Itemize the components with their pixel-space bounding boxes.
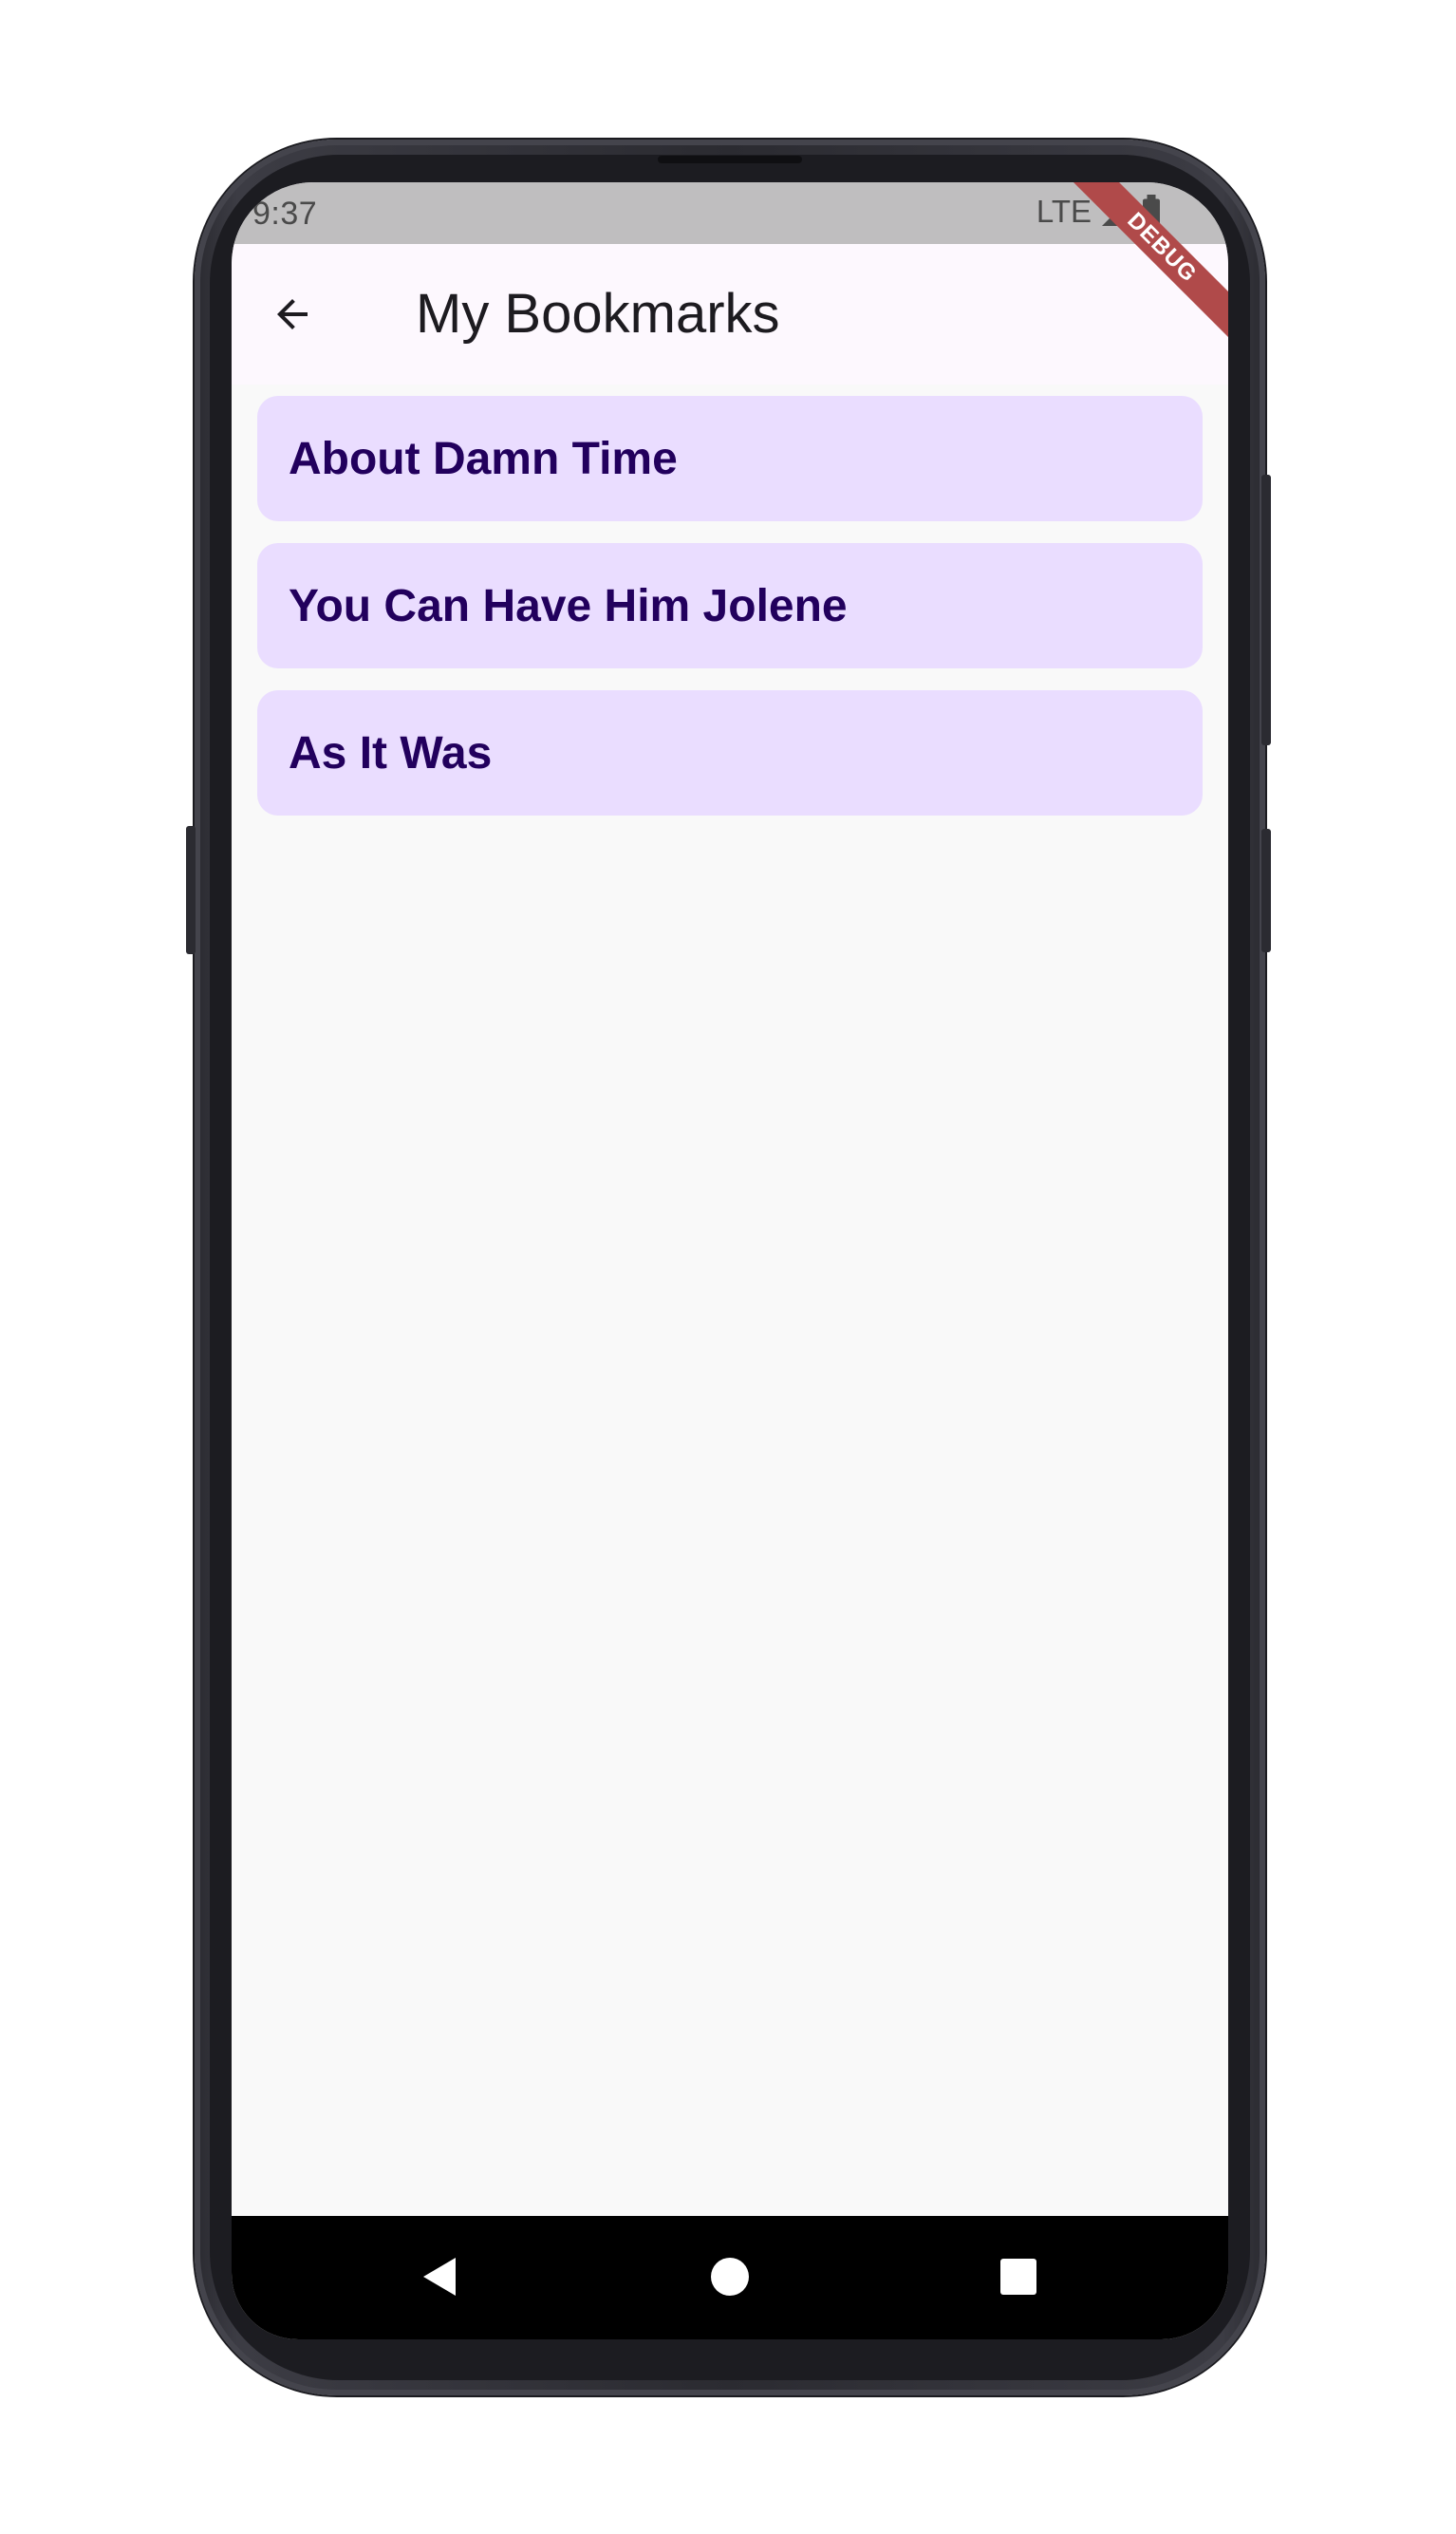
page-title: My Bookmarks [416,283,780,345]
app-bar: My Bookmarks [232,244,1228,385]
status-bar: 9:37 LTE [232,182,1228,244]
nav-recents-button[interactable] [984,2243,1053,2311]
bookmark-title: As It Was [289,727,493,779]
bookmark-item[interactable]: As It Was [257,690,1203,816]
bookmark-list: About Damn Time You Can Have Him Jolene … [257,396,1203,837]
network-type: LTE [1036,194,1092,229]
system-nav-bar [232,2216,1228,2339]
left-side-button [186,826,196,954]
arrow-back-icon [277,299,308,329]
bookmark-item[interactable]: About Damn Time [257,396,1203,521]
square-recents-icon [1000,2259,1036,2295]
back-button[interactable] [266,288,319,341]
bookmark-item[interactable]: You Can Have Him Jolene [257,543,1203,668]
earpiece-speaker [658,156,802,163]
volume-button [1261,829,1271,952]
bookmark-title: About Damn Time [289,433,678,484]
bookmark-title: You Can Have Him Jolene [289,580,848,631]
status-time: 9:37 [252,196,318,232]
screen: 9:37 LTE My Bookmarks About Damn Time Yo… [232,182,1228,2339]
canvas: 9:37 LTE My Bookmarks About Damn Time Yo… [0,0,1456,2534]
power-button [1261,475,1271,745]
nav-home-button[interactable] [696,2243,764,2311]
triangle-back-icon [423,2258,456,2296]
nav-back-button[interactable] [404,2243,473,2311]
circle-home-icon [711,2258,749,2296]
